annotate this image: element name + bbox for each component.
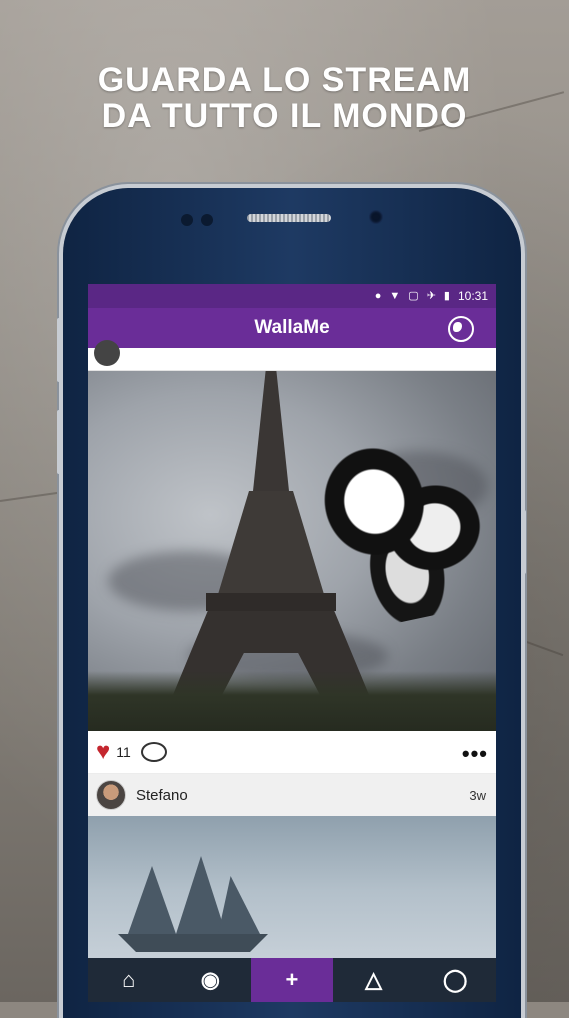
headline-line-1: GUARDA LO STREAM (97, 61, 472, 99)
app-title: WallaMe (254, 317, 330, 338)
triangle-network-icon[interactable]: △ (333, 958, 415, 1002)
location-icon: ● (374, 289, 382, 302)
promo-headline: GUARDA LO STREAM DA TUTTO IL MONDO (0, 62, 569, 134)
front-camera (369, 210, 383, 224)
like-count: 11 (116, 744, 131, 760)
username[interactable]: Stefano (136, 787, 188, 804)
airplane-icon: ✈ (426, 289, 436, 302)
eye-icon[interactable]: ◉ (170, 958, 252, 1002)
trees (88, 671, 496, 731)
headline-line-2: DA TUTTO IL MONDO (101, 97, 468, 135)
phone-screen: ● ▼ ▢ ✈ ▮ 10:31 WallaMe ♥ 11 ••• Stefano… (88, 284, 496, 1002)
add-icon[interactable]: + (251, 958, 333, 1002)
avatar[interactable] (94, 340, 120, 366)
eiffel-tower (253, 371, 289, 491)
power-button (521, 510, 526, 574)
post-header: Stefano 3w (88, 774, 496, 816)
ship-hull (118, 934, 268, 952)
signal-icon: ▢ (408, 289, 419, 302)
avatar[interactable] (96, 780, 126, 810)
status-time: 10:31 (457, 289, 488, 303)
volume-button (57, 410, 62, 474)
eiffel-tower (216, 491, 326, 601)
sensor (181, 214, 193, 226)
volume-button (57, 318, 62, 382)
battery-icon: ▮ (443, 289, 450, 302)
comment-icon[interactable] (140, 742, 167, 762)
ship-sail (176, 856, 226, 934)
speaker-grille (247, 214, 331, 222)
bottom-nav: ⌂ ◉ + △ ◯ (88, 958, 496, 1002)
post-photo[interactable] (88, 371, 496, 731)
post-actions: ♥ 11 ••• (88, 731, 496, 774)
post-time: 3w (469, 787, 486, 803)
post-header (88, 340, 496, 371)
ship-sail (128, 866, 176, 934)
home-icon[interactable]: ⌂ (88, 958, 170, 1002)
app-bar: WallaMe (88, 308, 496, 348)
heart-icon[interactable]: ♥ (96, 740, 110, 764)
ship-sail (218, 876, 260, 934)
sensor (201, 214, 213, 226)
more-options-icon[interactable]: ••• (462, 741, 488, 767)
profile-icon[interactable]: ◯ (414, 958, 496, 1002)
wifi-icon: ▼ (389, 289, 401, 302)
post-photo[interactable] (88, 816, 496, 966)
status-bar: ● ▼ ▢ ✈ ▮ 10:31 (88, 284, 496, 308)
eiffel-tower (206, 593, 336, 611)
globe-icon[interactable] (448, 316, 474, 342)
